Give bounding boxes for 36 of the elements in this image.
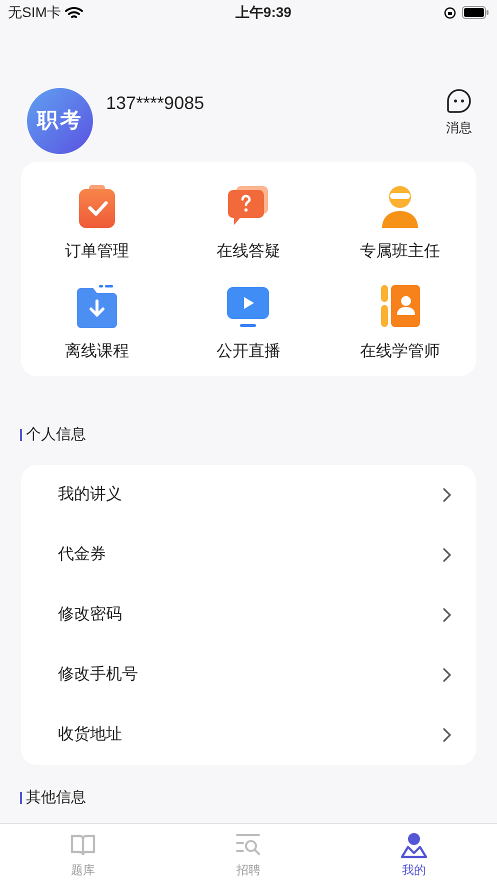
- menu-label: 收货地址: [58, 724, 122, 744]
- menu-row[interactable]: 修改手机号: [21, 644, 476, 704]
- shortcut-label[interactable]: 公开直播: [216, 340, 280, 364]
- battery-icon: [462, 6, 489, 19]
- shortcut-label[interactable]: 专属班主任: [360, 240, 440, 264]
- chevron-right-icon: [442, 666, 452, 682]
- chevron-right-icon: [442, 546, 452, 562]
- avatar: 职考: [27, 88, 93, 154]
- menu-row[interactable]: 代金券: [21, 524, 476, 584]
- chevron-right-icon: [442, 726, 452, 742]
- shortcut-label[interactable]: 离线课程: [64, 340, 129, 364]
- carrier-text: 无SIM卡: [8, 3, 61, 22]
- messages-label[interactable]: 消息: [446, 118, 472, 138]
- menu-row[interactable]: 我的讲义: [21, 464, 476, 524]
- section-marker: [20, 429, 22, 442]
- chat-bubble-icon[interactable]: [446, 88, 472, 114]
- menu-row[interactable]: 修改密码: [21, 584, 476, 644]
- rotation-lock-icon: [444, 6, 456, 18]
- menu-label: 我的讲义: [58, 484, 122, 504]
- section-marker: [20, 792, 22, 804]
- chevron-right-icon: [442, 606, 452, 622]
- shortcut-label[interactable]: 在线学管师: [360, 340, 440, 364]
- menu-label: 修改手机号: [58, 664, 138, 684]
- wifi-icon: [64, 6, 83, 20]
- phone-number: 137****9085: [106, 92, 204, 115]
- menu-label: 代金券: [58, 544, 106, 564]
- status-time: 上午9:39: [235, 3, 292, 22]
- menu-row[interactable]: 收货地址: [21, 704, 476, 764]
- section-title: 其他信息: [26, 788, 86, 808]
- shortcut-label[interactable]: 在线答疑: [216, 240, 280, 264]
- chevron-right-icon: [442, 486, 452, 502]
- shortcut-label[interactable]: 订单管理: [64, 240, 129, 264]
- user-icon: [400, 830, 428, 858]
- tab-item[interactable]: 我的: [331, 824, 497, 883]
- menu-label: 修改密码: [58, 604, 122, 624]
- section-title: 个人信息: [26, 425, 86, 445]
